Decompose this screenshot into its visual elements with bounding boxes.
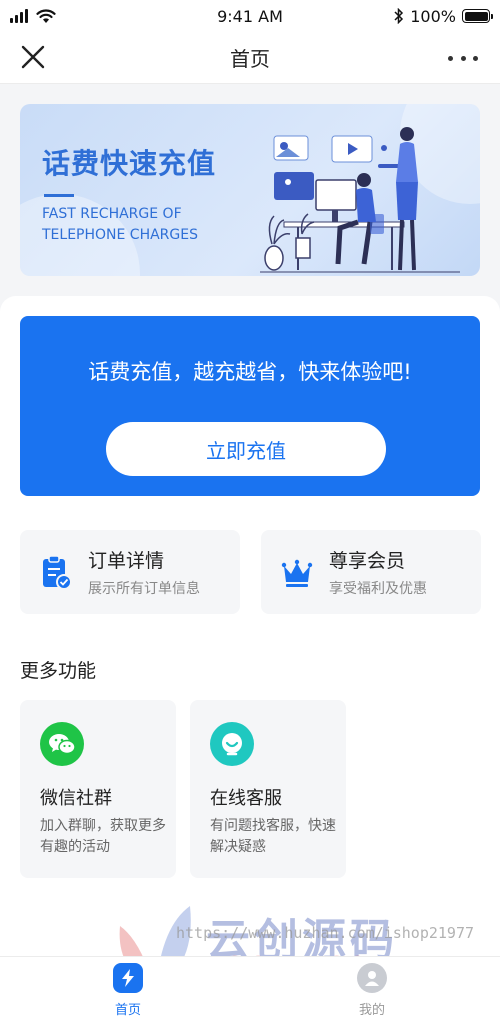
order-details-title: 订单详情 xyxy=(88,550,165,572)
service-smile-icon xyxy=(210,722,254,766)
page-title: 首页 xyxy=(230,47,270,71)
tab-home[interactable]: 首页 xyxy=(88,963,168,1019)
lightning-home-icon xyxy=(113,963,143,993)
vip-member-card[interactable]: 尊享会员 享受福利及优惠 xyxy=(261,530,481,614)
banner-title: 话费快速充值 xyxy=(42,147,217,180)
order-details-desc: 展示所有订单信息 xyxy=(88,581,200,597)
more-functions-heading: 更多功能 xyxy=(20,660,97,682)
promo-text: 话费充值，越充越省，快来体验吧! xyxy=(88,360,412,384)
vip-member-desc: 享受福利及优惠 xyxy=(329,581,427,597)
online-service-tile[interactable]: 在线客服 有问题找客服，快速解决疑惑 xyxy=(190,700,346,878)
banner-subtitle: FAST RECHARGE OF TELEPHONE CHARGES xyxy=(42,206,198,243)
close-icon[interactable] xyxy=(20,44,46,70)
wechat-group-title: 微信社群 xyxy=(40,788,112,809)
wifi-icon xyxy=(36,8,56,23)
wechat-group-desc: 加入群聊，获取更多有趣的活动 xyxy=(40,818,166,855)
tab-bar: 首页 我的 xyxy=(0,956,500,1020)
online-service-desc: 有问题找客服，快速解决疑惑 xyxy=(210,818,336,855)
more-options-icon[interactable] xyxy=(448,48,478,68)
status-bar: 9:41 AM 100% xyxy=(0,0,500,32)
wechat-group-tile[interactable]: 微信社群 加入群聊，获取更多有趣的活动 xyxy=(20,700,176,878)
nav-bar: 首页 xyxy=(0,32,500,84)
tab-home-label: 首页 xyxy=(114,1003,141,1018)
order-details-card[interactable]: 订单详情 展示所有订单信息 xyxy=(20,530,240,614)
clipboard-check-icon xyxy=(43,555,72,590)
promo-card: 话费充值，越充越省，快来体验吧! 立即充值 xyxy=(20,316,480,496)
battery-icon xyxy=(462,9,493,23)
signal-icon xyxy=(10,9,28,23)
battery-fill xyxy=(464,11,488,21)
recharge-now-button[interactable]: 立即充值 xyxy=(106,422,386,476)
status-time: 9:41 AM xyxy=(217,6,283,26)
vip-member-title: 尊享会员 xyxy=(329,550,406,572)
banner-divider xyxy=(44,194,74,197)
bluetooth-icon xyxy=(394,8,404,24)
office-illustration xyxy=(260,127,460,273)
online-service-title: 在线客服 xyxy=(210,788,282,809)
tab-profile[interactable]: 我的 xyxy=(332,963,412,1019)
wechat-icon xyxy=(40,722,84,766)
tab-profile-label: 我的 xyxy=(358,1003,385,1018)
battery-percent: 100% xyxy=(410,6,456,26)
crown-icon xyxy=(281,559,313,587)
recharge-banner[interactable]: 话费快速充值 FAST RECHARGE OF TELEPHONE CHARGE… xyxy=(20,104,480,276)
user-icon xyxy=(357,963,387,993)
